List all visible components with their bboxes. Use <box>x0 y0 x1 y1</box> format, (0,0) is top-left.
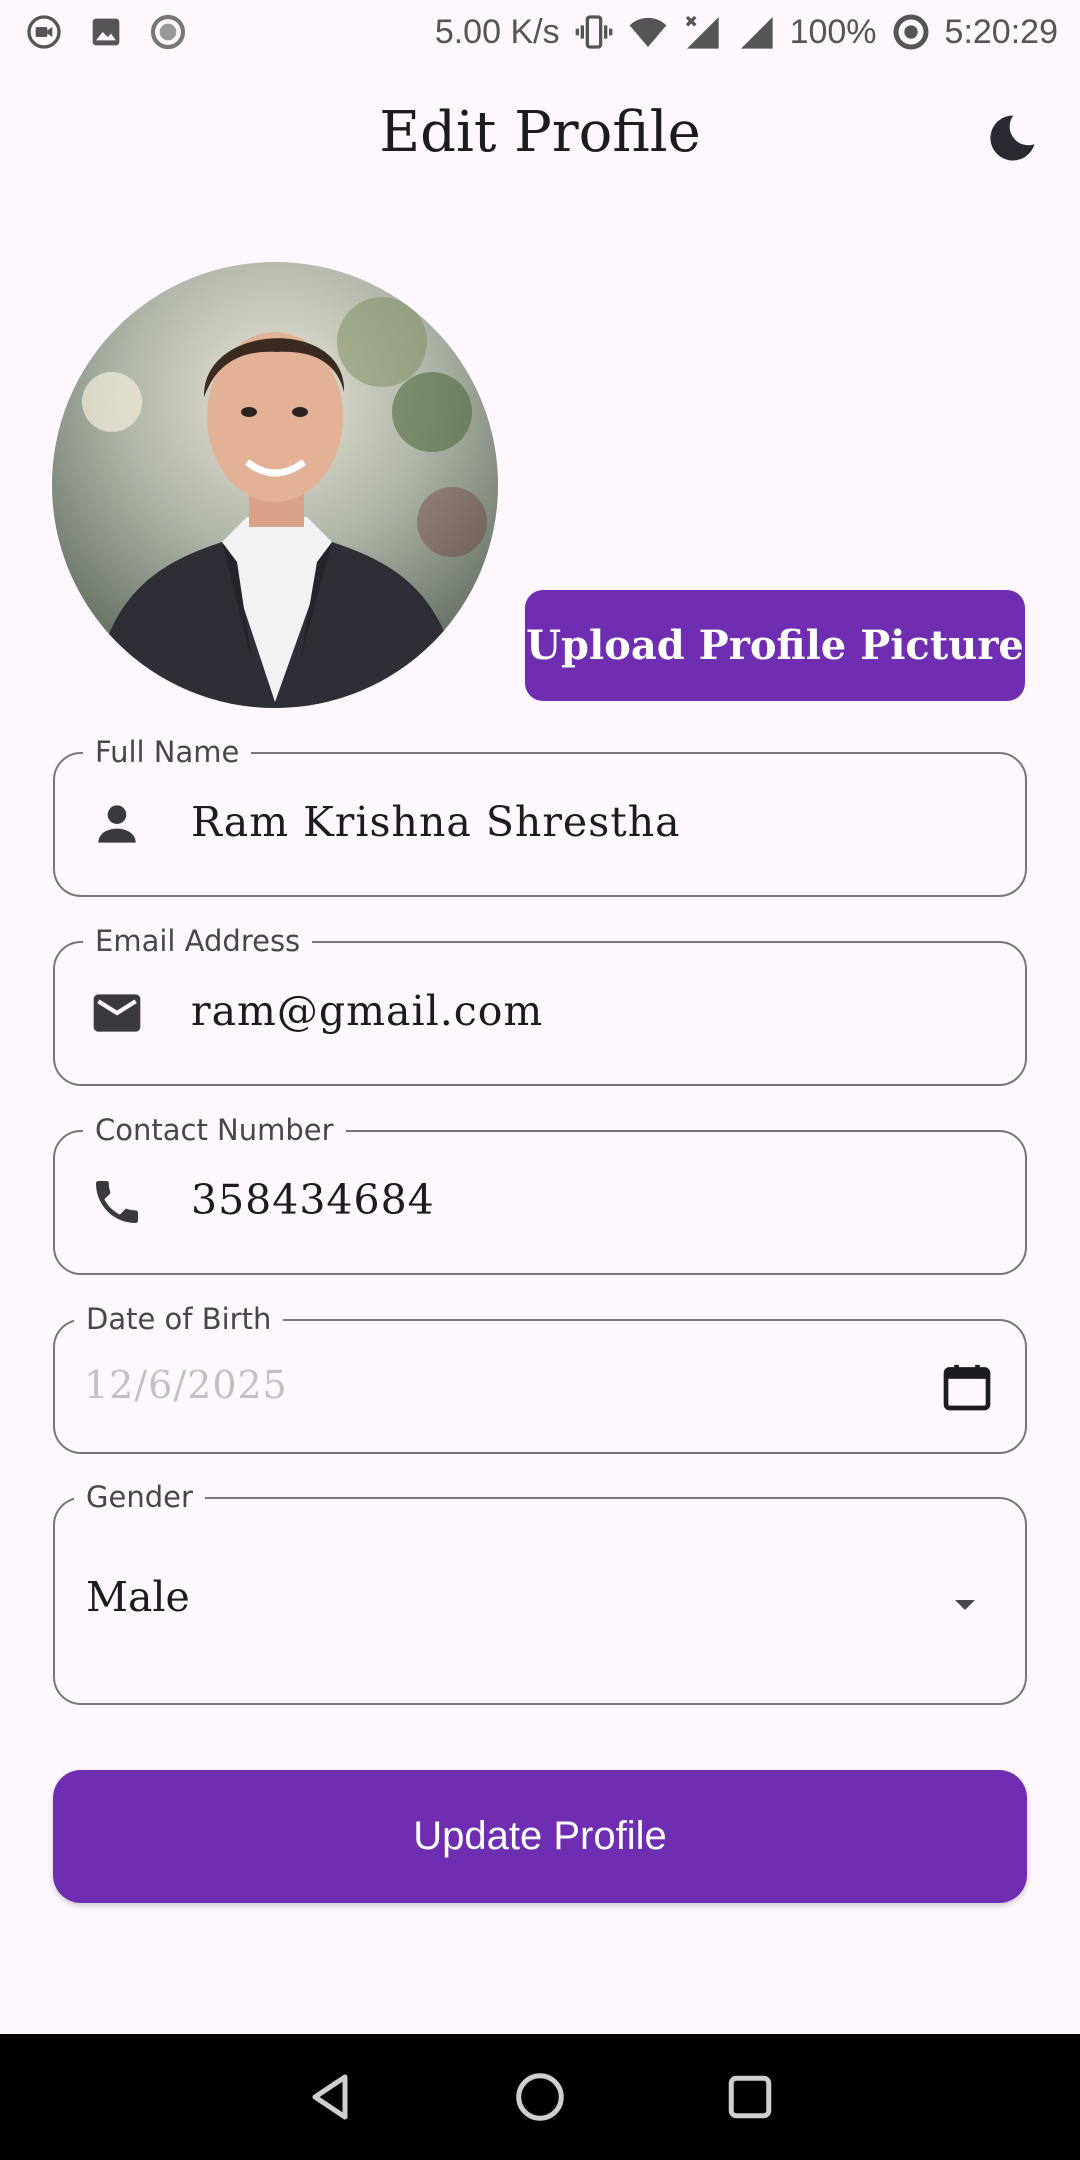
phone-icon <box>89 1174 145 1230</box>
home-button[interactable] <box>510 2067 570 2127</box>
battery-saver-icon <box>891 12 931 52</box>
back-triangle-icon <box>312 2074 348 2120</box>
gender-selected-value: Male <box>86 1573 190 1621</box>
contact-number-label: Contact Number <box>83 1112 346 1148</box>
signal-icon <box>736 12 776 52</box>
app-bar: Edit Profile <box>0 64 1080 204</box>
battery-percent: 100% <box>789 12 877 51</box>
calendar-icon[interactable] <box>939 1359 995 1415</box>
date-of-birth-input[interactable]: 12/6/2025 <box>84 1363 288 1407</box>
theme-toggle-button[interactable] <box>982 108 1042 168</box>
gender-dropdown[interactable]: Gender Male <box>53 1479 1027 1705</box>
full-name-input[interactable]: Ram Krishna Shrestha <box>191 798 681 846</box>
back-button[interactable] <box>300 2067 360 2127</box>
clock: 5:20:29 <box>944 12 1058 51</box>
date-of-birth-label: Date of Birth <box>74 1301 284 1337</box>
profile-photo <box>52 262 498 708</box>
status-bar-right: 5.00 K/s 100% 5:20:29 <box>435 12 1058 52</box>
mail-icon <box>89 985 145 1041</box>
full-name-field[interactable]: Full Name Ram Krishna Shrestha <box>53 734 1027 897</box>
network-speed: 5.00 K/s <box>434 12 560 51</box>
recents-button[interactable] <box>720 2067 780 2127</box>
person-icon <box>89 796 145 852</box>
home-circle-icon <box>516 2073 564 2121</box>
vibrate-icon <box>574 12 614 52</box>
page-title: Edit Profile <box>379 100 701 165</box>
navigation-bar <box>0 2034 1080 2160</box>
record-icon <box>148 12 188 52</box>
update-profile-button[interactable]: Update Profile <box>53 1770 1027 1903</box>
email-field[interactable]: Email Address ram@gmail.com <box>53 923 1027 1086</box>
video-camera-icon <box>24 12 64 52</box>
date-of-birth-field[interactable]: Date of Birth 12/6/2025 <box>53 1301 1027 1454</box>
upload-profile-picture-button[interactable]: Upload Profile Picture <box>525 590 1025 701</box>
email-input[interactable]: ram@gmail.com <box>191 987 543 1035</box>
full-name-label: Full Name <box>83 734 252 770</box>
profile-avatar[interactable] <box>52 262 498 708</box>
contact-number-field[interactable]: Contact Number 358434684 <box>53 1112 1027 1275</box>
email-label: Email Address <box>83 923 313 959</box>
gender-label: Gender <box>74 1479 205 1515</box>
signal-off-icon <box>682 12 722 52</box>
wifi-icon <box>628 12 668 52</box>
status-bar: 5.00 K/s 100% 5:20:29 <box>0 0 1080 64</box>
dropdown-arrow-icon[interactable] <box>945 1585 985 1625</box>
status-bar-left <box>24 12 188 52</box>
moon-icon <box>990 115 1035 161</box>
contact-number-input[interactable]: 358434684 <box>191 1176 435 1224</box>
gallery-icon <box>86 12 126 52</box>
recents-square-icon <box>728 2075 772 2119</box>
